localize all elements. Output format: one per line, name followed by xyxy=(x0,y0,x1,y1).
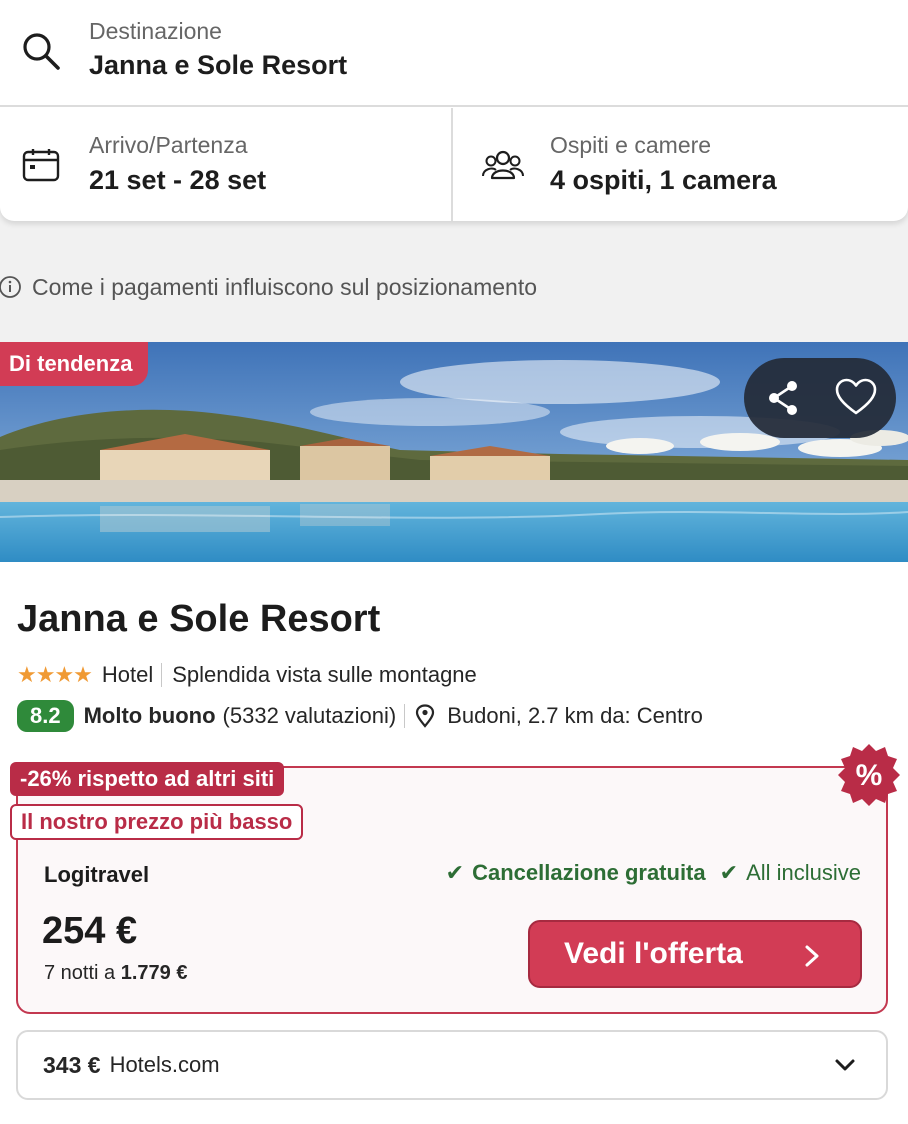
check-icon: ✔ xyxy=(445,860,465,885)
hotel-type: Hotel xyxy=(101,662,154,687)
payment-ranking-link[interactable]: Come i pagamenti influiscono sul posizio… xyxy=(0,270,537,304)
check-icon: ✔ xyxy=(719,860,739,885)
total-price-line: 7 notti a 1.779 € xyxy=(44,962,187,985)
hotel-location[interactable]: Budoni, 2.7 km da: Centro xyxy=(447,703,703,729)
divider xyxy=(404,704,406,728)
chevron-down-icon xyxy=(835,1059,855,1071)
guests-value: 4 ospiti, 1 camera xyxy=(550,165,777,195)
review-score-badge: 8.2 xyxy=(17,700,74,732)
trending-badge: Di tendenza xyxy=(0,342,149,386)
location-pin-icon xyxy=(416,704,435,728)
rating-word: Molto buono xyxy=(83,703,216,728)
percent-glyph: % xyxy=(856,759,883,792)
offer-perks: ✔ Cancellazione gratuita ✔ All inclusive xyxy=(446,860,861,886)
discount-tag: -26% rispetto ad altri siti xyxy=(10,762,285,796)
view-offer-button[interactable]: Vedi l'offerta xyxy=(528,920,862,988)
view-offer-label: Vedi l'offerta xyxy=(564,937,743,970)
star-rating-icon: ★★★★ xyxy=(17,662,93,687)
chevron-right-icon xyxy=(805,945,819,967)
free-cancellation-label: Cancellazione gratuita xyxy=(472,860,706,885)
guests-icon xyxy=(482,150,524,180)
guests-label: Ospiti e camere xyxy=(550,132,712,158)
destination-label: Destinazione xyxy=(89,18,222,44)
alternative-offer-provider: Hotels.com xyxy=(109,1052,220,1077)
destination-field[interactable]: Destinazione Janna e Sole Resort xyxy=(0,0,908,107)
hotel-card[interactable]: Di tendenza Janna e Sole Resort ★★★★ Hot… xyxy=(0,342,908,1124)
all-inclusive-label: All inclusive xyxy=(746,860,861,885)
guests-field[interactable]: Ospiti e camere 4 ospiti, 1 camera xyxy=(454,108,908,221)
hotel-highlight: Splendida vista sulle montagne xyxy=(172,662,477,687)
nights-prefix: 7 notti a xyxy=(44,962,116,984)
search-icon xyxy=(23,33,60,70)
share-icon[interactable] xyxy=(762,376,806,420)
photo-actions xyxy=(744,358,896,438)
rating-row: 8.2 Molto buono (5332 valutazioni) Budon… xyxy=(17,700,703,732)
offer-provider: Logitravel xyxy=(44,862,150,887)
search-card: Destinazione Janna e Sole Resort Arrivo/… xyxy=(0,0,908,221)
dates-field[interactable]: Arrivo/Partenza 21 set - 28 set xyxy=(0,108,453,221)
nights-total: 1.779 € xyxy=(120,962,188,984)
payment-ranking-text: Come i pagamenti influiscono sul posizio… xyxy=(32,273,538,300)
percent-badge-icon: % xyxy=(838,744,900,806)
offer-price: 254 € xyxy=(42,910,138,952)
info-icon xyxy=(0,276,21,298)
calendar-icon xyxy=(22,149,60,182)
hotel-photo[interactable]: Di tendenza xyxy=(0,342,908,562)
all-inclusive-perk: ✔ All inclusive xyxy=(720,860,861,886)
divider xyxy=(161,663,163,687)
hotel-meta: ★★★★ Hotel Splendida vista sulle montagn… xyxy=(17,660,477,690)
alternative-offer-price: 343 € xyxy=(43,1051,101,1078)
destination-value: Janna e Sole Resort xyxy=(89,50,348,80)
dates-value: 21 set - 28 set xyxy=(89,165,267,195)
lowest-price-tag: Il nostro prezzo più basso xyxy=(10,804,304,840)
free-cancellation-perk: ✔ Cancellazione gratuita xyxy=(446,860,720,886)
dates-label: Arrivo/Partenza xyxy=(89,132,248,158)
heart-icon[interactable] xyxy=(834,376,878,420)
alternative-offer-row[interactable]: 343 € Hotels.com xyxy=(16,1030,888,1100)
review-count[interactable]: (5332 valutazioni) xyxy=(223,703,397,729)
hotel-name[interactable]: Janna e Sole Resort xyxy=(17,598,380,641)
